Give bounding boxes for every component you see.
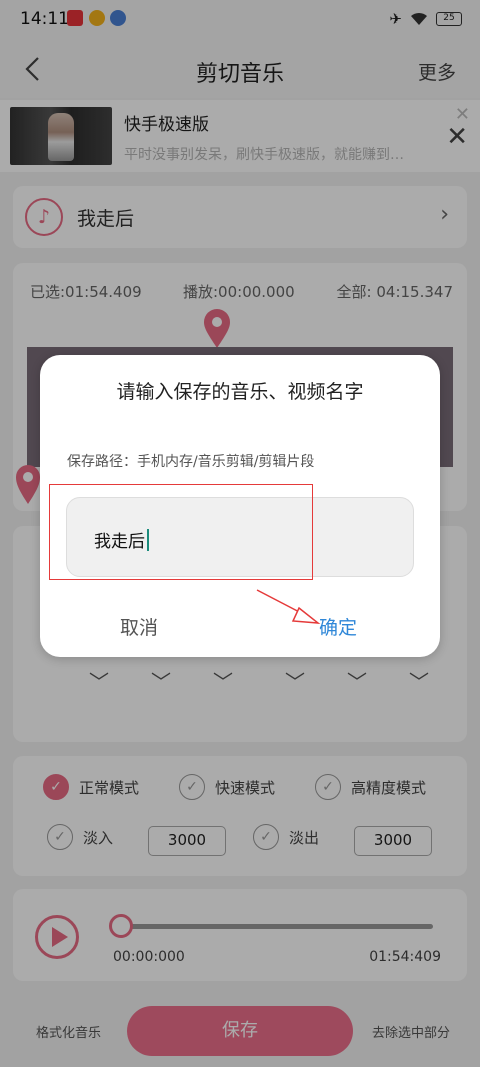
cancel-button[interactable]: 取消 (120, 613, 158, 640)
annotation-highlight-box (49, 484, 313, 580)
annotation-arrow-icon (256, 589, 321, 624)
confirm-button[interactable]: 确定 (319, 613, 357, 640)
save-path: 保存路径：手机内存/音乐剪辑/剪辑片段 (67, 454, 315, 470)
dialog-title: 请输入保存的音乐、视频名字 (116, 381, 364, 403)
